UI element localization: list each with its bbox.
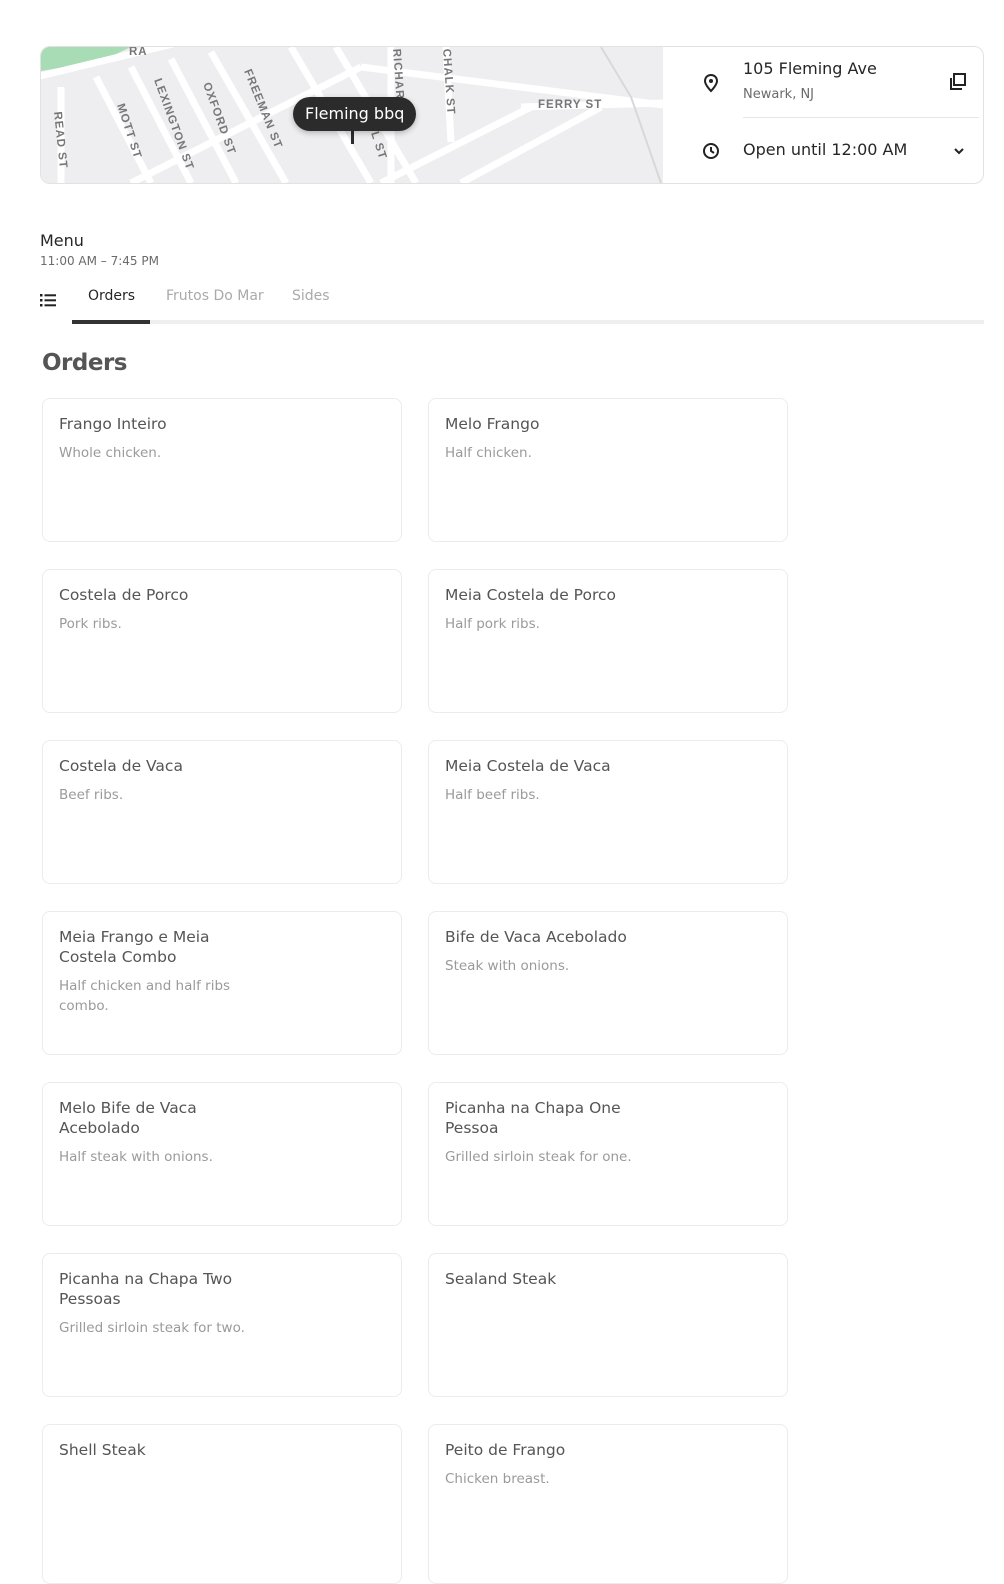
menu-item-description: Pork ribs. [59,616,122,632]
menu-item-description: Steak with onions. [445,958,570,974]
menu-tab-bar: Orders Frutos Do Mar Sides [40,282,984,326]
menu-item-card[interactable]: Meia Costela de Vaca Half beef ribs. [428,740,788,884]
menu-item-description: Grilled sirloin steak for two. [59,1320,245,1336]
menu-item-description: Beef ribs. [59,787,124,803]
store-info-card: RA READ ST MOTT ST LEXINGTON ST OXFORD S… [40,46,984,184]
menu-item-card[interactable]: Melo Frango Half chicken. [428,398,788,542]
copy-address-icon[interactable] [948,72,968,92]
menu-item-description: Half beef ribs. [445,787,540,803]
chevron-down-icon[interactable] [949,141,969,161]
menu-item-card[interactable]: Peito de Frango Chicken breast. [428,1424,788,1584]
map-label-read-st: READ ST [51,111,69,169]
section-title: Orders [42,350,128,376]
menu-item-card[interactable]: Picanha na Chapa Two Pessoas Grilled sir… [42,1253,402,1397]
tab-track [72,320,984,324]
menu-item-card[interactable]: Bife de Vaca Acebolado Steak with onions… [428,911,788,1055]
menu-item-card[interactable]: Shell Steak [42,1424,402,1584]
menu-item-name: Melo Bife de Vaca Acebolado [59,1099,197,1137]
map-label-ra: RA [129,47,148,58]
menu-item-name: Meia Costela de Porco [445,586,616,604]
menu-item-name: Bife de Vaca Acebolado [445,928,627,946]
menu-item-card[interactable]: Costela de Porco Pork ribs. [42,569,402,713]
store-address-line2: Newark, NJ [743,87,815,102]
menu-item-name: Peito de Frango [445,1441,566,1459]
clock-icon [703,143,719,159]
store-address-line1: 105 Fleming Ave [743,59,877,78]
menu-item-card[interactable]: Meia Costela de Porco Half pork ribs. [428,569,788,713]
tab-sides[interactable]: Sides [292,288,330,304]
menu-item-card[interactable]: Sealand Steak [428,1253,788,1397]
menu-item-description: Half steak with onions. [59,1149,213,1165]
list-icon[interactable] [40,292,56,308]
menu-item-card[interactable]: Frango Inteiro Whole chicken. [42,398,402,542]
menu-hours: 11:00 AM – 7:45 PM [40,254,159,268]
menu-item-card[interactable]: Picanha na Chapa One Pessoa Grilled sirl… [428,1082,788,1226]
menu-title: Menu [40,231,84,250]
location-pin-icon [703,73,719,93]
info-divider [743,117,979,118]
menu-item-name: Meia Frango e Meia Costela Combo [59,928,210,966]
map-label-ferry-st: FERRY ST [538,99,602,111]
menu-item-description: Whole chicken. [59,445,162,461]
menu-item-name: Sealand Steak [445,1270,557,1288]
active-tab-indicator [72,320,150,324]
menu-item-name: Picanha na Chapa Two Pessoas [59,1270,233,1308]
menu-item-name: Costela de Porco [59,586,189,604]
menu-item-name: Melo Frango [445,415,540,433]
map-label-chalk-st: CHALK ST [440,48,457,115]
menu-item-description: Grilled sirloin steak for one. [445,1149,632,1165]
menu-item-description: Half chicken. [445,445,532,461]
menu-item-card[interactable]: Meia Frango e Meia Costela Combo Half ch… [42,911,402,1055]
store-map[interactable]: RA READ ST MOTT ST LEXINGTON ST OXFORD S… [41,47,663,183]
menu-item-card[interactable]: Melo Bife de Vaca Acebolado Half steak w… [42,1082,402,1226]
menu-item-name: Shell Steak [59,1441,146,1459]
map-pin-stem [351,129,354,144]
map-label-mott-st: MOTT ST [114,102,143,160]
store-hours-status[interactable]: Open until 12:00 AM [743,140,907,159]
map-pin-label[interactable]: Fleming bbq [293,97,417,131]
tab-frutos-do-mar[interactable]: Frutos Do Mar [166,288,264,304]
tab-orders[interactable]: Orders [88,288,135,304]
menu-item-name: Meia Costela de Vaca [445,757,611,775]
menu-item-name: Picanha na Chapa One Pessoa [445,1099,621,1137]
store-details: 105 Fleming Ave Newark, NJ Open until 12… [663,47,983,183]
menu-item-description: Chicken breast. [445,1471,550,1487]
menu-item-name: Frango Inteiro [59,415,167,433]
menu-item-name: Costela de Vaca [59,757,183,775]
menu-item-description: Half chicken and half ribs combo. [59,978,231,1014]
menu-item-description: Half pork ribs. [445,616,540,632]
menu-item-card[interactable]: Costela de Vaca Beef ribs. [42,740,402,884]
